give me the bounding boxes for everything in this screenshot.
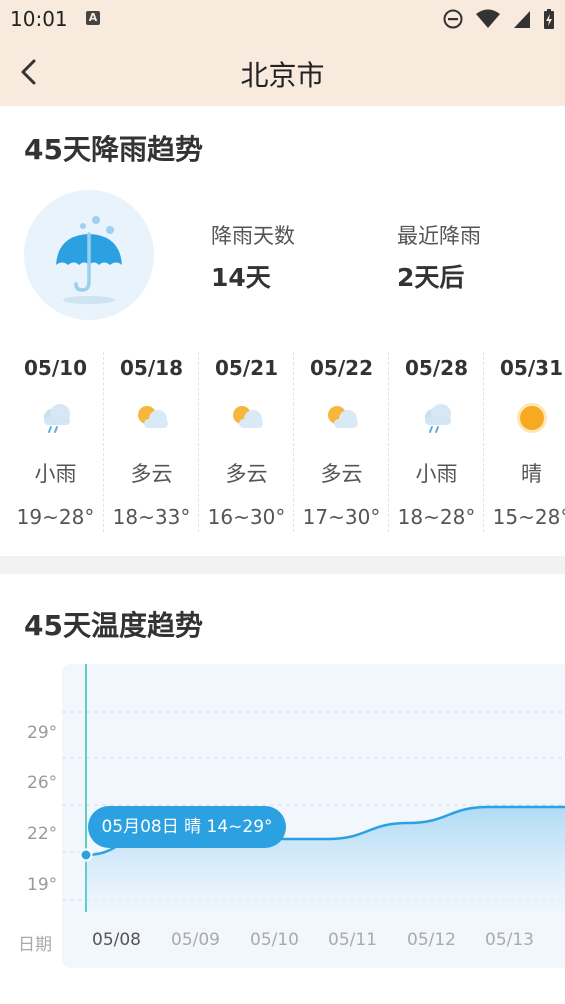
chart-tooltip: 05月08日 晴 14~29° [88,806,286,848]
y-tick-label: 19° [27,875,58,895]
current-point [79,848,93,862]
x-tick-label: 05/09 [171,930,220,950]
x-tick-label: 05/11 [328,930,377,950]
y-tick-label: 29° [27,723,58,743]
temp-chart[interactable] [0,0,565,1004]
y-tick-label: 22° [27,824,58,844]
y-tick-label: 26° [27,773,58,793]
x-tick-label: 05/08 [92,930,141,950]
x-tick-label: 05/10 [250,930,299,950]
x-tick-label: 05/12 [407,930,456,950]
x-tick-label: 05/13 [485,930,534,950]
x-axis-label: 日期 [18,935,52,955]
